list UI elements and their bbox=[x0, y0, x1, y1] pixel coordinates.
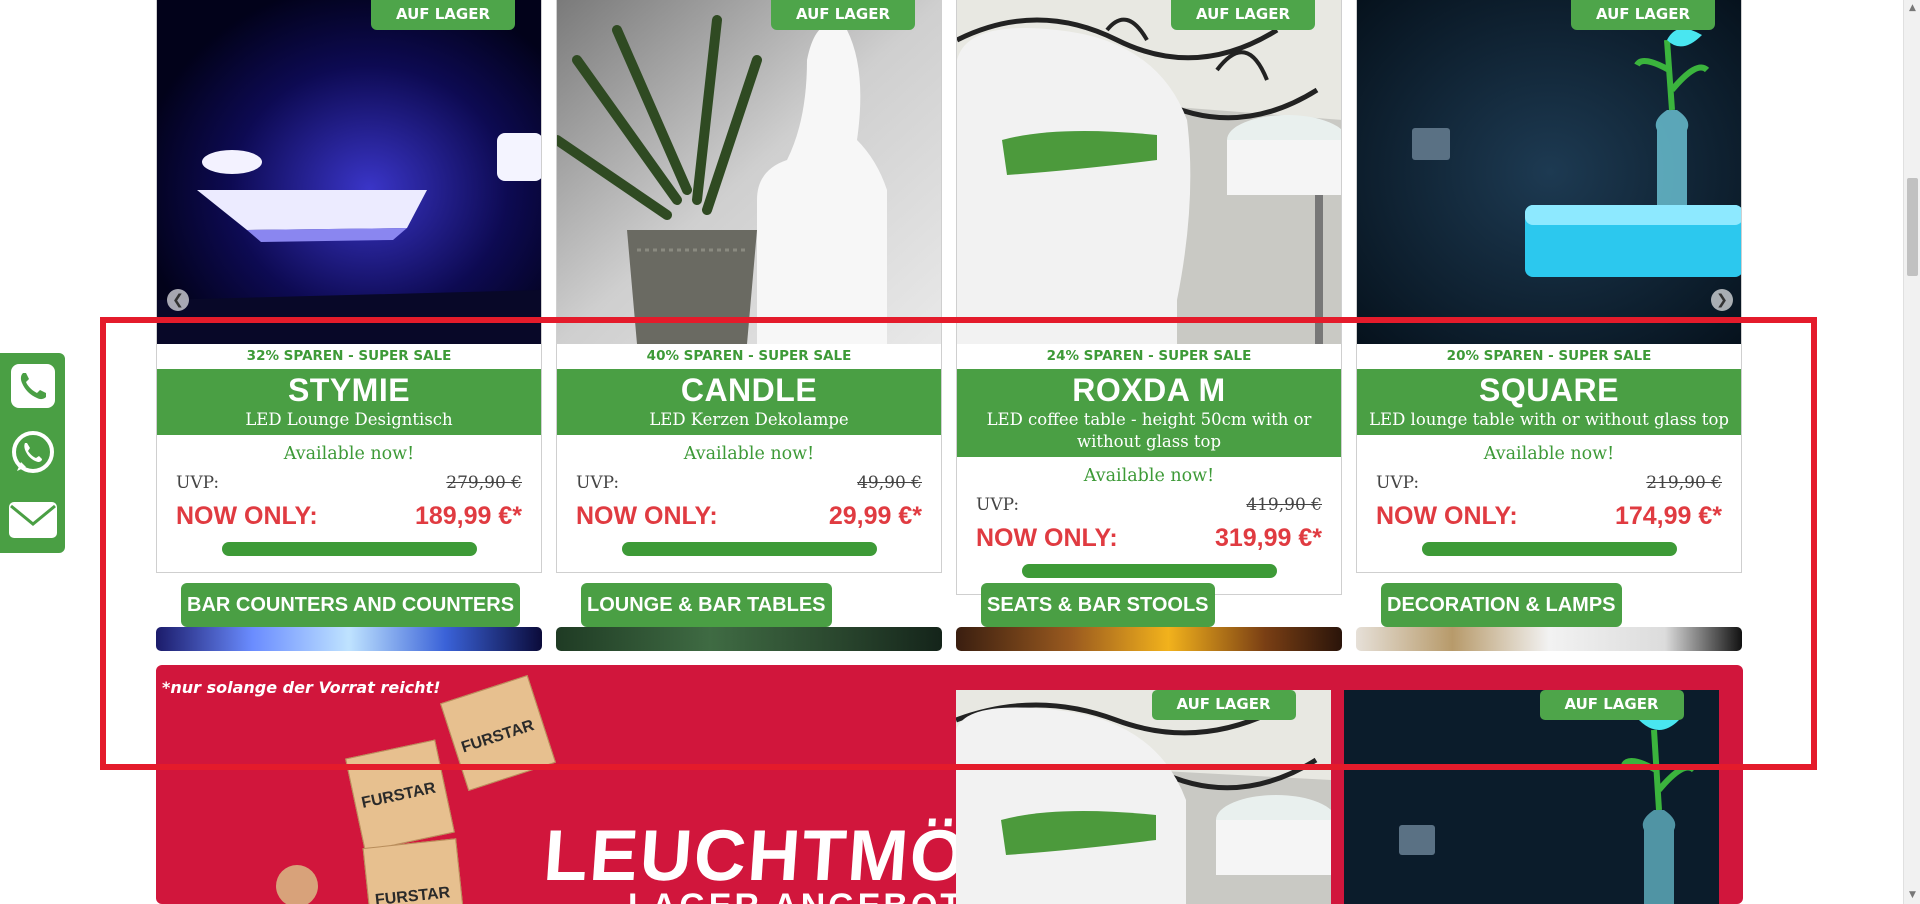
product-photo-stymie bbox=[157, 0, 541, 344]
whatsapp-icon[interactable] bbox=[0, 420, 65, 486]
page-viewport: AUF LAGER ❮ 32% SPAREN - SUPER SALE STYM… bbox=[0, 0, 1920, 904]
highlight-frame bbox=[100, 317, 1817, 770]
chevron-left-icon[interactable]: ❮ bbox=[167, 289, 189, 311]
product-image[interactable]: AUF LAGER ❯ bbox=[1357, 0, 1741, 344]
phone-icon[interactable] bbox=[0, 353, 65, 419]
in-stock-badge: AUF LAGER bbox=[771, 0, 915, 30]
product-photo-roxda-m bbox=[957, 0, 1341, 344]
page-scrollbar[interactable]: ▲ ▼ bbox=[1903, 0, 1920, 904]
product-image[interactable]: AUF LAGER ❮ bbox=[157, 0, 541, 344]
product-image[interactable]: AUF LAGER bbox=[557, 0, 941, 344]
contact-sidebar bbox=[0, 353, 65, 553]
scroll-down-icon[interactable]: ▼ bbox=[1904, 887, 1920, 904]
mail-icon[interactable] bbox=[0, 487, 65, 553]
in-stock-badge: AUF LAGER bbox=[1171, 0, 1315, 30]
product-photo-square bbox=[1357, 0, 1741, 344]
box-graphic: FURSTAR bbox=[362, 838, 464, 904]
in-stock-badge: AUF LAGER bbox=[1571, 0, 1715, 30]
product-photo-candle bbox=[557, 0, 941, 344]
scroll-up-icon[interactable]: ▲ bbox=[1904, 0, 1920, 17]
scrollbar-thumb[interactable] bbox=[1907, 178, 1918, 276]
product-image[interactable]: AUF LAGER bbox=[957, 0, 1341, 344]
in-stock-badge: AUF LAGER bbox=[371, 0, 515, 30]
banner-subtitle: LAGER ANGEBOTE bbox=[628, 887, 990, 904]
person-illustration bbox=[276, 865, 318, 904]
chevron-right-icon[interactable]: ❯ bbox=[1711, 289, 1733, 311]
